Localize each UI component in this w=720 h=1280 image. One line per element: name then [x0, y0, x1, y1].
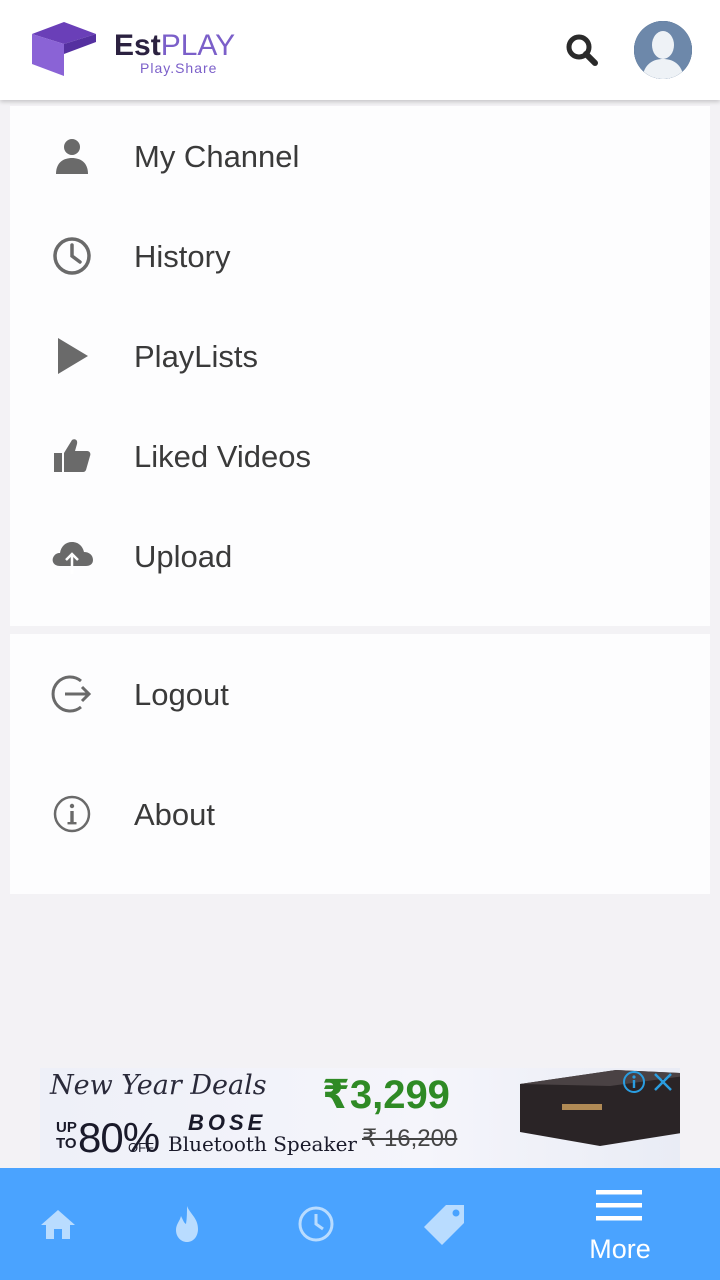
search-icon	[566, 34, 598, 66]
menu-item-label: Liked Videos	[134, 439, 311, 474]
info-icon	[50, 794, 94, 834]
menu-item-playlists[interactable]: PlayLists	[10, 306, 710, 406]
tag-icon	[424, 1205, 464, 1245]
menu-item-logout[interactable]: Logout	[10, 644, 710, 744]
ad-headline: New Year Deals	[50, 1070, 267, 1101]
ad-old-price: ₹ 16,200	[362, 1125, 458, 1152]
menu-item-label: PlayLists	[134, 339, 259, 374]
app-header: EstPLAY Play.Share	[0, 0, 720, 100]
trending-icon	[176, 1206, 198, 1242]
menu-item-about[interactable]: About	[10, 764, 710, 864]
user-avatar[interactable]	[634, 21, 692, 79]
menu-item-label: About	[134, 797, 216, 832]
ad-banner[interactable]: New Year Deals UP TO 80% OFF BOSE Blueto…	[40, 1068, 680, 1168]
menu-item-liked-videos[interactable]: Liked Videos	[10, 406, 710, 506]
menu-item-label: Upload	[134, 539, 233, 574]
menu-icon	[596, 1190, 642, 1221]
home-icon	[41, 1210, 75, 1239]
ad-info-icon[interactable]	[622, 1070, 646, 1094]
play-icon	[50, 336, 94, 376]
thumbs-up-icon	[50, 436, 94, 476]
cube-logo-icon	[32, 22, 96, 76]
nav-home-button[interactable]	[3, 1168, 113, 1280]
menu-item-upload[interactable]: Upload	[10, 506, 710, 606]
menu-item-my-channel[interactable]: My Channel	[10, 106, 710, 206]
ad-close-icon[interactable]	[650, 1070, 676, 1094]
cloud-upload-icon	[50, 536, 94, 576]
menu-panel-primary: My Channel History PlayLists Liked Video…	[10, 106, 710, 626]
search-button[interactable]	[562, 30, 602, 70]
ad-product: Bluetooth Speaker	[168, 1132, 357, 1156]
nav-trending-button[interactable]	[132, 1168, 242, 1280]
person-icon	[50, 136, 94, 176]
nav-history-button[interactable]	[261, 1168, 371, 1280]
menu-item-label: Logout	[134, 677, 229, 712]
menu-item-label: My Channel	[134, 139, 300, 174]
nav-tags-button[interactable]	[390, 1168, 500, 1280]
menu-item-label: History	[134, 239, 231, 274]
ad-price: ₹3,299	[322, 1073, 450, 1117]
estplay-logo[interactable]: EstPLAY Play.Share	[28, 20, 298, 80]
clock-icon	[50, 236, 94, 276]
bottom-navigation: More	[0, 1168, 720, 1280]
logout-icon	[50, 674, 94, 714]
logo-wordmark: EstPLAY	[114, 29, 236, 62]
ad-upto: UP TO	[56, 1119, 77, 1152]
menu-panel-secondary: Logout About	[10, 634, 710, 894]
ad-off-label: OFF	[128, 1140, 154, 1155]
logo-tagline: Play.Share	[140, 60, 218, 76]
menu-item-history[interactable]: History	[10, 206, 710, 306]
history-icon	[298, 1206, 334, 1242]
nav-more-label: More	[589, 1234, 651, 1264]
avatar-silhouette-icon	[634, 21, 692, 79]
nav-more-button[interactable]: More	[562, 1168, 678, 1280]
